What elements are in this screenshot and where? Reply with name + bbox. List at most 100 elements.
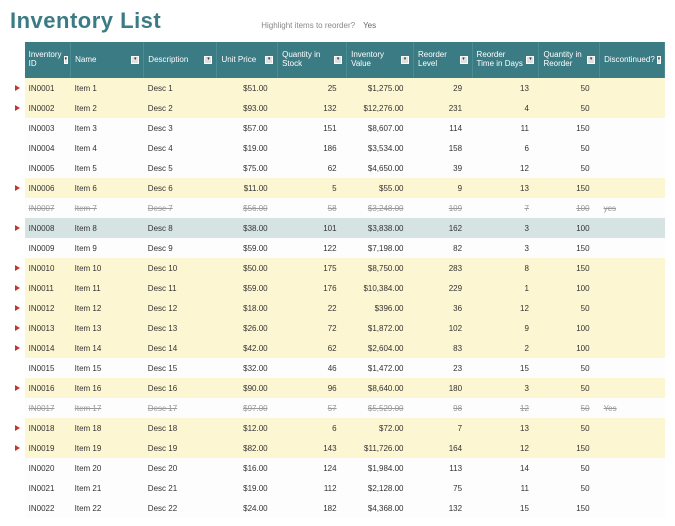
flag-icon xyxy=(15,225,20,231)
cell-disc xyxy=(600,478,665,498)
table-row[interactable]: IN0007Item 7Desc 7$56.0058$3,248.0010971… xyxy=(10,198,665,218)
cell-qreord: 50 xyxy=(539,398,600,418)
filter-dropdown-icon[interactable]: ▾ xyxy=(265,56,273,64)
filter-dropdown-icon[interactable]: ▾ xyxy=(131,56,139,64)
cell-qty: 122 xyxy=(278,238,347,258)
table-row[interactable]: IN0011Item 11Desc 11$59.00176$10,384.002… xyxy=(10,278,665,298)
filter-dropdown-icon[interactable]: ▾ xyxy=(587,56,595,64)
flag-icon xyxy=(15,185,20,191)
cell-id: IN0009 xyxy=(25,238,71,258)
cell-price: $82.00 xyxy=(217,438,278,458)
cell-disc xyxy=(600,378,665,398)
cell-val: $10,384.00 xyxy=(347,278,414,298)
cell-price: $97.00 xyxy=(217,398,278,418)
cell-disc: yes xyxy=(600,198,665,218)
cell-desc: Desc 8 xyxy=(144,218,217,238)
cell-qreord: 50 xyxy=(539,418,600,438)
flag-icon xyxy=(15,305,20,311)
table-row[interactable]: IN0010Item 10Desc 10$50.00175$8,750.0028… xyxy=(10,258,665,278)
cell-id: IN0004 xyxy=(25,138,71,158)
column-disc[interactable]: Discontinued?▾ xyxy=(600,42,665,78)
cell-reord: 7 xyxy=(414,418,473,438)
cell-qreord: 100 xyxy=(539,218,600,238)
highlight-hint-value[interactable]: Yes xyxy=(363,21,376,30)
table-row[interactable]: IN0006Item 6Desc 6$11.005$55.00913150 xyxy=(10,178,665,198)
table-row[interactable]: IN0019Item 19Desc 19$82.00143$11,726.001… xyxy=(10,438,665,458)
cell-id: IN0018 xyxy=(25,418,71,438)
inventory-table: Inventory ID▾Name▾Description▾Unit Price… xyxy=(10,42,665,518)
cell-name: Item 20 xyxy=(71,458,144,478)
cell-qreord: 100 xyxy=(539,198,600,218)
filter-dropdown-icon[interactable]: ▾ xyxy=(334,56,342,64)
cell-qty: 143 xyxy=(278,438,347,458)
cell-qreord: 150 xyxy=(539,178,600,198)
cell-qty: 112 xyxy=(278,478,347,498)
table-row[interactable]: IN0020Item 20Desc 20$16.00124$1,984.0011… xyxy=(10,458,665,478)
highlight-hint-label: Highlight items to reorder? xyxy=(261,21,355,30)
filter-dropdown-icon[interactable]: ▾ xyxy=(401,56,409,64)
filter-dropdown-icon[interactable]: ▾ xyxy=(657,56,662,64)
table-row[interactable]: IN0016Item 16Desc 16$90.0096$8,640.00180… xyxy=(10,378,665,398)
column-label: Inventory ID xyxy=(29,51,62,69)
table-row[interactable]: IN0009Item 9Desc 9$59.00122$7,198.008231… xyxy=(10,238,665,258)
table-row[interactable]: IN0004Item 4Desc 4$19.00186$3,534.001586… xyxy=(10,138,665,158)
cell-desc: Desc 16 xyxy=(144,378,217,398)
cell-qty: 57 xyxy=(278,398,347,418)
cell-qty: 62 xyxy=(278,338,347,358)
column-qty[interactable]: Quantity in Stock▾ xyxy=(278,42,347,78)
table-row[interactable]: IN0021Item 21Desc 21$19.00112$2,128.0075… xyxy=(10,478,665,498)
cell-price: $32.00 xyxy=(217,358,278,378)
cell-qty: 124 xyxy=(278,458,347,478)
cell-qreord: 50 xyxy=(539,138,600,158)
column-reord[interactable]: Reorder Level▾ xyxy=(414,42,473,78)
cell-name: Item 21 xyxy=(71,478,144,498)
table-body: IN0001Item 1Desc 1$51.0025$1,275.0029135… xyxy=(10,78,665,518)
cell-disc xyxy=(600,238,665,258)
table-row[interactable]: IN0003Item 3Desc 3$57.00151$8,607.001141… xyxy=(10,118,665,138)
column-id[interactable]: Inventory ID▾ xyxy=(25,42,71,78)
table-row[interactable]: IN0017Item 17Desc 17$97.0057$5,529.00981… xyxy=(10,398,665,418)
cell-val: $1,872.00 xyxy=(347,318,414,338)
filter-dropdown-icon[interactable]: ▾ xyxy=(460,56,468,64)
reorder-flag xyxy=(10,418,25,438)
cell-disc xyxy=(600,218,665,238)
cell-val: $396.00 xyxy=(347,298,414,318)
cell-qty: 182 xyxy=(278,498,347,518)
cell-id: IN0001 xyxy=(25,78,71,98)
table-row[interactable]: IN0002Item 2Desc 2$93.00132$12,276.00231… xyxy=(10,98,665,118)
filter-dropdown-icon[interactable]: ▾ xyxy=(526,56,534,64)
cell-desc: Desc 10 xyxy=(144,258,217,278)
cell-desc: Desc 21 xyxy=(144,478,217,498)
cell-rtime: 13 xyxy=(472,418,539,438)
table-row[interactable]: IN0015Item 15Desc 15$32.0046$1,472.00231… xyxy=(10,358,665,378)
table-row[interactable]: IN0013Item 13Desc 13$26.0072$1,872.00102… xyxy=(10,318,665,338)
cell-rtime: 12 xyxy=(472,298,539,318)
cell-disc xyxy=(600,498,665,518)
table-row[interactable]: IN0012Item 12Desc 12$18.0022$396.0036125… xyxy=(10,298,665,318)
filter-dropdown-icon[interactable]: ▾ xyxy=(204,56,212,64)
table-row[interactable]: IN0022Item 22Desc 22$24.00182$4,368.0013… xyxy=(10,498,665,518)
column-qreord[interactable]: Quantity in Reorder▾ xyxy=(539,42,600,78)
cell-qreord: 150 xyxy=(539,438,600,458)
column-rtime[interactable]: Reorder Time in Days▾ xyxy=(472,42,539,78)
cell-id: IN0019 xyxy=(25,438,71,458)
column-desc[interactable]: Description▾ xyxy=(144,42,217,78)
table-head: Inventory ID▾Name▾Description▾Unit Price… xyxy=(10,42,665,78)
reorder-flag xyxy=(10,78,25,98)
cell-rtime: 7 xyxy=(472,198,539,218)
table-row[interactable]: IN0008Item 8Desc 8$38.00101$3,838.001623… xyxy=(10,218,665,238)
filter-dropdown-icon[interactable]: ▾ xyxy=(64,56,69,64)
table-row[interactable]: IN0014Item 14Desc 14$42.0062$2,604.00832… xyxy=(10,338,665,358)
table-row[interactable]: IN0005Item 5Desc 5$75.0062$4,650.0039125… xyxy=(10,158,665,178)
cell-name: Item 7 xyxy=(71,198,144,218)
column-val[interactable]: Inventory Value▾ xyxy=(347,42,414,78)
cell-qreord: 100 xyxy=(539,338,600,358)
column-name[interactable]: Name▾ xyxy=(71,42,144,78)
cell-id: IN0002 xyxy=(25,98,71,118)
reorder-flag xyxy=(10,138,25,158)
column-label: Quantity in Reorder xyxy=(543,51,585,69)
cell-price: $12.00 xyxy=(217,418,278,438)
column-price[interactable]: Unit Price▾ xyxy=(217,42,278,78)
table-row[interactable]: IN0018Item 18Desc 18$12.006$72.0071350 xyxy=(10,418,665,438)
table-row[interactable]: IN0001Item 1Desc 1$51.0025$1,275.0029135… xyxy=(10,78,665,98)
